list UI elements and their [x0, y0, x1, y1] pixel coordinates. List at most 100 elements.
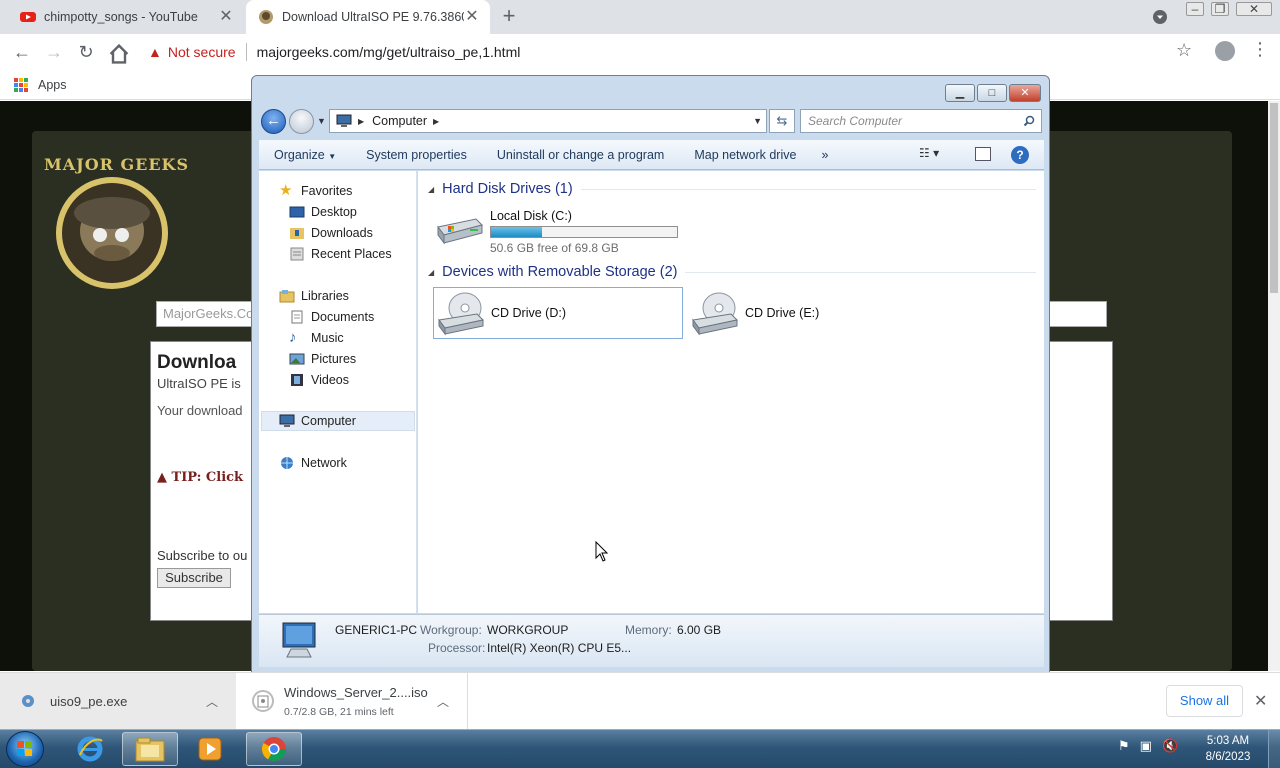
- drive-c-usage-fill: [491, 227, 543, 237]
- collapse-triangle-icon[interactable]: ◢: [428, 268, 434, 277]
- exe-file-icon: [22, 695, 34, 707]
- nav-music[interactable]: ♪ Music: [289, 328, 344, 348]
- group-divider: [580, 188, 1036, 190]
- reload-icon[interactable]: ↻: [74, 40, 98, 64]
- explorer-minimize-button[interactable]: ▁: [945, 84, 975, 102]
- explorer-address-bar[interactable]: ▶ Computer ▶ ▼: [329, 109, 767, 133]
- nav-videos[interactable]: Videos: [289, 370, 349, 390]
- youtube-icon: [20, 12, 36, 22]
- action-center-flag-icon[interactable]: ⚑: [1118, 738, 1130, 754]
- restore-icon[interactable]: ❐: [1211, 2, 1229, 16]
- explorer-forward-button[interactable]: [289, 109, 314, 134]
- tab-youtube[interactable]: chimpotty_songs - YouTube ✕: [8, 0, 244, 34]
- explorer-nav-bar: ← ▼ ▶ Computer ▶ ▼ ⇆ Search Computer: [259, 108, 1044, 134]
- back-icon[interactable]: ←: [10, 40, 34, 64]
- chevron-up-icon[interactable]: ︿: [206, 693, 218, 710]
- explorer-close-button[interactable]: ✕: [1009, 84, 1041, 102]
- star-icon: ★: [279, 182, 293, 199]
- nav-recent-places[interactable]: Recent Places: [289, 244, 392, 264]
- scrollbar-thumb[interactable]: [1270, 103, 1278, 293]
- taskbar-chrome[interactable]: [246, 732, 302, 766]
- nav-network[interactable]: Network: [279, 453, 347, 473]
- taskbar-ie[interactable]: [62, 732, 118, 766]
- memory-label: Memory:: [625, 623, 672, 637]
- profile-avatar[interactable]: [1215, 41, 1235, 61]
- windows-logo-icon: [17, 741, 32, 756]
- show-desktop-button[interactable]: [1268, 730, 1280, 768]
- bookmark-star-icon[interactable]: ☆: [1176, 40, 1192, 61]
- download-item[interactable]: Windows_Server_2....iso 0.7/2.8 GB, 21 m…: [246, 673, 468, 729]
- chrome-icon: [261, 737, 286, 762]
- nav-label: Pictures: [311, 352, 357, 366]
- tab-search-icon[interactable]: [1152, 9, 1168, 25]
- network-tray-icon[interactable]: ▣: [1140, 738, 1152, 754]
- recent-pages-icon[interactable]: ▼: [317, 116, 326, 126]
- volume-muted-icon[interactable]: 🔇: [1162, 738, 1178, 754]
- kebab-menu-icon[interactable]: ⋮: [1251, 39, 1269, 63]
- group-removable-storage[interactable]: ◢ Devices with Removable Storage (2): [428, 262, 1036, 282]
- libraries-icon: [279, 290, 295, 303]
- nav-computer[interactable]: Computer: [261, 411, 415, 431]
- home-icon[interactable]: [107, 42, 131, 66]
- minimize-icon[interactable]: –: [1186, 2, 1204, 16]
- organize-label: Organize: [274, 147, 325, 162]
- breadcrumb-arrow-icon[interactable]: ▶: [433, 117, 439, 126]
- more-commands-button[interactable]: »: [811, 148, 838, 162]
- start-button[interactable]: [6, 731, 44, 767]
- close-icon[interactable]: ✕: [1254, 691, 1267, 711]
- drive-d-name: CD Drive (D:): [491, 306, 566, 320]
- subscribe-button[interactable]: Subscribe: [157, 568, 231, 588]
- explorer-search-input[interactable]: Search Computer: [800, 109, 1042, 133]
- change-view-icon[interactable]: ☷ ▾: [919, 146, 939, 160]
- drive-d[interactable]: CD Drive (D:): [433, 287, 683, 339]
- forward-icon[interactable]: →: [42, 40, 66, 64]
- map-network-drive-button[interactable]: Map network drive: [679, 148, 811, 162]
- preview-pane-icon[interactable]: [975, 147, 991, 161]
- security-indicator[interactable]: Not secure: [168, 44, 236, 60]
- nav-desktop[interactable]: Desktop: [289, 202, 357, 222]
- url-text[interactable]: majorgeeks.com/mg/get/ultraiso_pe,1.html: [257, 44, 521, 60]
- pc-name: GENERIC1-PC: [335, 623, 418, 637]
- breadcrumb-computer[interactable]: Computer: [372, 114, 427, 128]
- taskbar-media-player[interactable]: [182, 732, 238, 766]
- explorer-back-button[interactable]: ←: [261, 109, 286, 134]
- address-dropdown-icon[interactable]: ▼: [753, 116, 762, 126]
- tab-majorgeeks[interactable]: Download UltraISO PE 9.76.3860 ✕: [246, 0, 490, 34]
- nav-label: Documents: [311, 310, 375, 324]
- search-icon[interactable]: [1023, 115, 1035, 127]
- system-properties-button[interactable]: System properties: [351, 148, 482, 162]
- nav-pictures[interactable]: Pictures: [289, 349, 356, 369]
- breadcrumb-arrow-icon[interactable]: ▶: [358, 117, 364, 126]
- organize-menu[interactable]: Organize ▼: [259, 148, 351, 162]
- drive-e[interactable]: CD Drive (E:): [688, 287, 938, 339]
- logo-text: MAJOR GEEKS: [44, 155, 190, 174]
- apps-grid-icon: [14, 77, 28, 92]
- nav-downloads[interactable]: Downloads: [289, 223, 373, 243]
- nav-libraries[interactable]: Libraries: [279, 286, 349, 306]
- majorgeeks-icon: [259, 10, 273, 24]
- group-hard-disk-drives[interactable]: ◢ Hard Disk Drives (1): [428, 179, 1036, 199]
- window-controls: ▁ □ ✕: [943, 84, 1041, 102]
- page-scrollbar[interactable]: [1268, 101, 1280, 671]
- explorer-maximize-button[interactable]: □: [977, 84, 1007, 102]
- taskbar-explorer[interactable]: [122, 732, 178, 766]
- show-all-button[interactable]: Show all: [1166, 685, 1243, 717]
- chevron-up-icon[interactable]: ︿: [437, 693, 449, 710]
- address-bar[interactable]: ▲ Not secure majorgeeks.com/mg/get/ultra…: [140, 38, 1180, 66]
- nav-documents[interactable]: Documents: [289, 307, 374, 327]
- drive-e-name: CD Drive (E:): [745, 306, 820, 320]
- close-tab-icon[interactable]: ✕: [464, 9, 480, 25]
- close-tab-icon[interactable]: ✕: [218, 9, 234, 25]
- help-icon[interactable]: ?: [1011, 146, 1029, 164]
- close-window-icon[interactable]: ✕: [1236, 2, 1272, 16]
- collapse-triangle-icon[interactable]: ◢: [428, 185, 434, 194]
- nav-label: Network: [301, 456, 347, 470]
- uninstall-program-button[interactable]: Uninstall or change a program: [482, 148, 679, 162]
- bookmark-apps[interactable]: Apps: [38, 78, 67, 92]
- download-item[interactable]: uiso9_pe.exe ︿: [0, 673, 236, 729]
- details-pane: GENERIC1-PC Workgroup: WORKGROUP Memory:…: [259, 614, 1044, 667]
- system-clock[interactable]: 5:03 AM 8/6/2023: [1196, 733, 1260, 765]
- nav-favorites[interactable]: ★ Favorites: [279, 181, 352, 201]
- refresh-icon[interactable]: ⇆: [769, 109, 795, 133]
- new-tab-button[interactable]: +: [498, 5, 520, 28]
